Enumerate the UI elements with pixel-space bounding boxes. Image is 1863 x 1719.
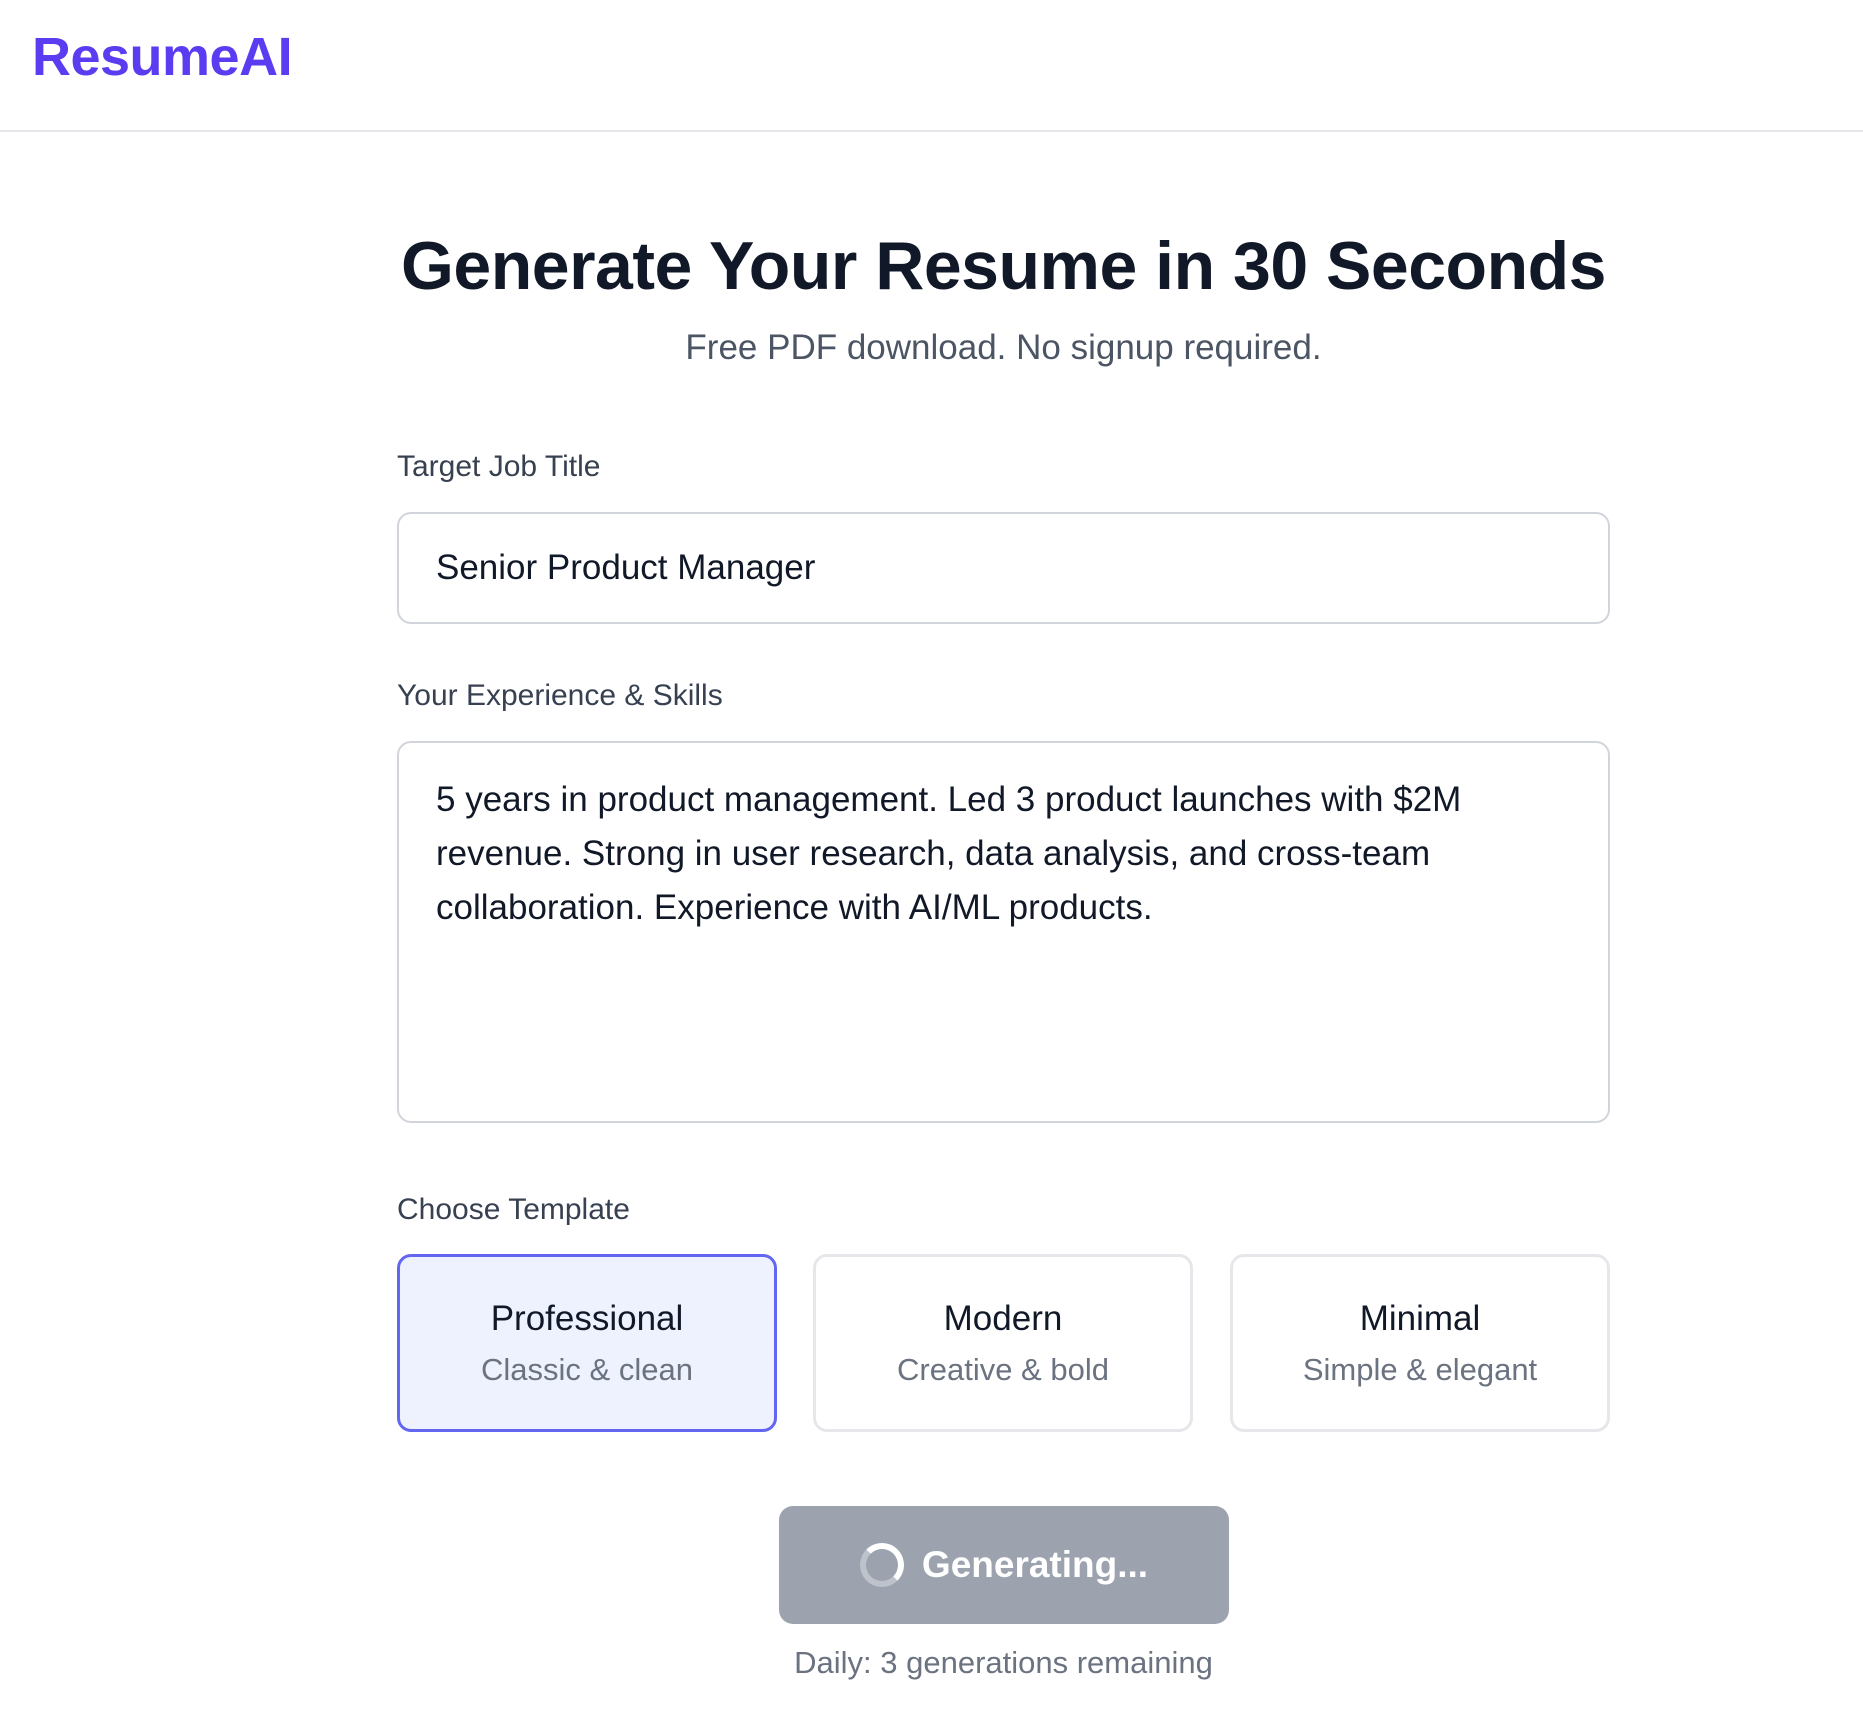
- generate-button-label: Generating...: [921, 1544, 1149, 1585]
- page-subtitle: Free PDF download. No signup required.: [685, 328, 1322, 367]
- template-label: Choose Template: [397, 1193, 630, 1226]
- template-name: Minimal: [1359, 1299, 1481, 1338]
- template-card-modern[interactable]: Modern Creative & bold: [813, 1254, 1193, 1432]
- template-description: Classic & clean: [481, 1352, 693, 1387]
- spinner-icon: [859, 1543, 904, 1587]
- job-title-input[interactable]: [397, 512, 1610, 624]
- template-name: Modern: [943, 1299, 1063, 1338]
- template-card-minimal[interactable]: Minimal Simple & elegant: [1230, 1254, 1610, 1432]
- template-name: Professional: [490, 1299, 684, 1338]
- top-navbar: ResumeAI: [0, 0, 1863, 132]
- template-description: Creative & bold: [897, 1352, 1109, 1387]
- experience-label: Your Experience & Skills: [397, 679, 723, 712]
- template-description: Simple & elegant: [1302, 1352, 1538, 1387]
- experience-textarea[interactable]: 5 years in product management. Led 3 pro…: [397, 741, 1610, 1123]
- job-title-label: Target Job Title: [397, 450, 601, 483]
- logo[interactable]: ResumeAI: [32, 26, 293, 88]
- page-title: Generate Your Resume in 30 Seconds: [401, 228, 1606, 304]
- generate-button[interactable]: Generating...: [779, 1506, 1229, 1624]
- template-card-professional[interactable]: Professional Classic & clean: [397, 1254, 777, 1432]
- template-options: Professional Classic & clean Modern Crea…: [397, 1254, 1610, 1432]
- daily-limit-text: Daily: 3 generations remaining: [794, 1645, 1213, 1680]
